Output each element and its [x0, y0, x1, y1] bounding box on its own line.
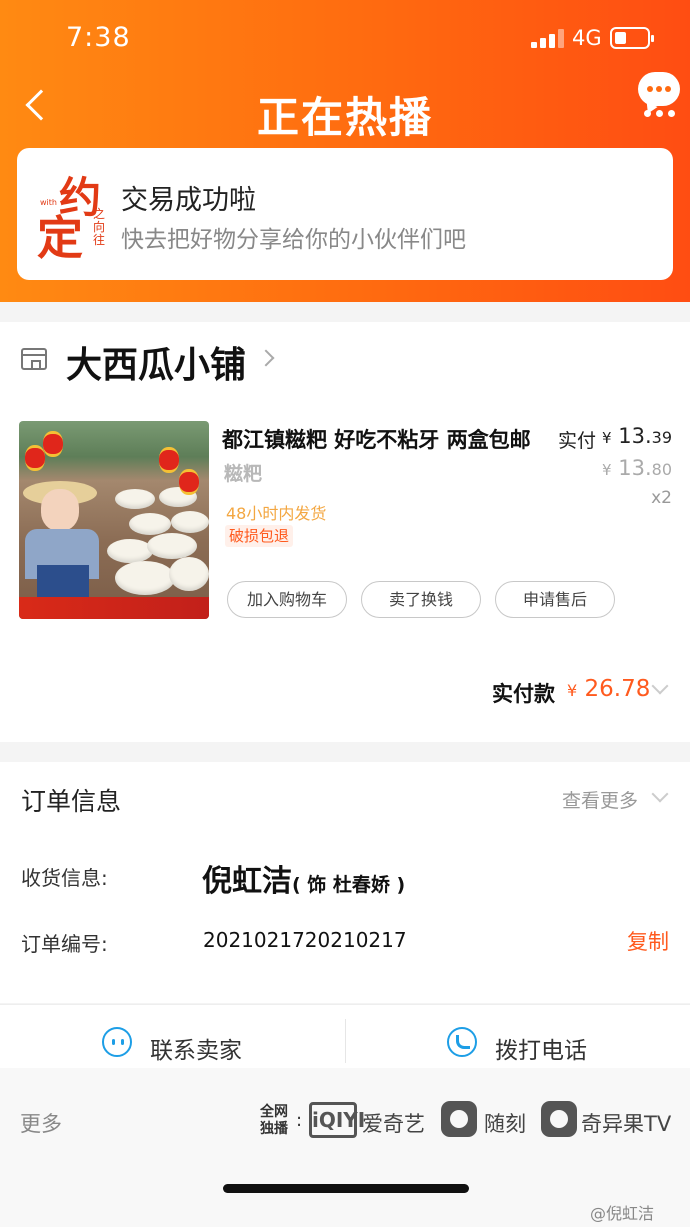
battery-icon [610, 27, 654, 49]
success-subtext: 快去把好物分享给你的小伙伴们吧 [121, 227, 466, 253]
contact-seller-button[interactable]: 联系卖家 [150, 1031, 242, 1065]
iqiyi-name: 爱奇艺 [362, 1112, 425, 1136]
show-logo: with 约 定 之向往 [37, 173, 106, 265]
watermark: @倪虹洁 [590, 1204, 655, 1223]
phone-icon[interactable] [447, 1027, 477, 1057]
paid-unit-price: ¥ 13.39 [602, 424, 672, 448]
total-label: 实付款 [492, 682, 555, 706]
order-info-heading: 订单信息 [21, 787, 122, 816]
copy-button[interactable]: 复制 [627, 926, 669, 956]
chevron-down-icon[interactable] [651, 677, 669, 695]
order-number-label: 订单编号: [21, 932, 108, 956]
suike-name: 随刻 [484, 1112, 526, 1136]
total-amount: ¥ 26.78 [567, 676, 651, 702]
shipping-note: 48小时内发货 [226, 504, 327, 523]
status-time: 7:38 [66, 22, 131, 53]
call-button[interactable]: 拨打电话 [495, 1031, 587, 1065]
quantity: x2 [651, 488, 672, 508]
home-indicator[interactable] [223, 1184, 469, 1193]
page-title: 正在热播 [256, 93, 433, 142]
suike-icon [441, 1101, 477, 1137]
status-bar: 7:38 4G [0, 18, 690, 58]
order-number: 2021021720210217 [203, 928, 407, 952]
signal-icon [531, 28, 565, 48]
nav-bar: 正在热播 [0, 72, 690, 142]
add-to-cart-button[interactable]: 加入购物车 [227, 581, 347, 618]
contact-actions: 联系卖家 拨打电话 [0, 1004, 690, 1068]
after-sale-button[interactable]: 申请售后 [495, 581, 615, 618]
view-more-link[interactable]: 查看更多 [562, 786, 638, 813]
shop-name[interactable]: 大西瓜小铺 [66, 336, 246, 388]
qiyiguo-icon [541, 1101, 577, 1137]
qiyiguo-name: 奇异果TV [581, 1112, 672, 1136]
footer: 更多 全网独播 : iQIYI 爱奇艺 随刻 奇异果TV @倪虹洁 [0, 1068, 690, 1227]
chevron-right-icon[interactable] [257, 349, 275, 367]
original-price: ¥ 13.80 [602, 456, 672, 480]
store-icon [21, 348, 47, 370]
header-banner: 7:38 4G 正在热播 with 约 定 之向往 交易成功啦 快去把好物分享给… [0, 0, 690, 302]
product-name[interactable]: 都江镇糍粑 好吃不粘牙 两盒包邮 [222, 424, 531, 454]
more-button[interactable]: 更多 [20, 1108, 62, 1138]
receiver-label: 收货信息: [21, 866, 108, 890]
message-icon[interactable] [638, 72, 680, 106]
receiver-name: 倪虹洁( 饰 杜春娇 ) [202, 864, 406, 899]
product-sku: 糍粑 [224, 463, 263, 485]
exclusive-label: 全网独播 [260, 1104, 288, 1137]
product-image[interactable] [19, 421, 209, 619]
shop-section: 大西瓜小铺 都江镇糍粑 好吃不粘牙 两盒包邮 实付 ¥ 13.39 糍粑 ¥ 1… [0, 322, 690, 742]
success-heading: 交易成功啦 [121, 185, 256, 216]
chevron-down-icon[interactable] [651, 785, 669, 803]
refund-badge: 破损包退 [225, 525, 294, 547]
transaction-success-card: with 约 定 之向往 交易成功啦 快去把好物分享给你的小伙伴们吧 [17, 148, 673, 280]
order-info-section: 订单信息 查看更多 收货信息: 倪虹洁( 饰 杜春娇 ) 订单编号: 20210… [0, 762, 690, 1003]
network-type: 4G [572, 26, 602, 50]
resell-button[interactable]: 卖了换钱 [361, 581, 481, 618]
paid-label: 实付 [558, 430, 597, 452]
more-menu-icon[interactable] [640, 110, 680, 118]
chat-icon[interactable] [102, 1027, 132, 1057]
iqiyi-logo: iQIYI [309, 1102, 365, 1138]
